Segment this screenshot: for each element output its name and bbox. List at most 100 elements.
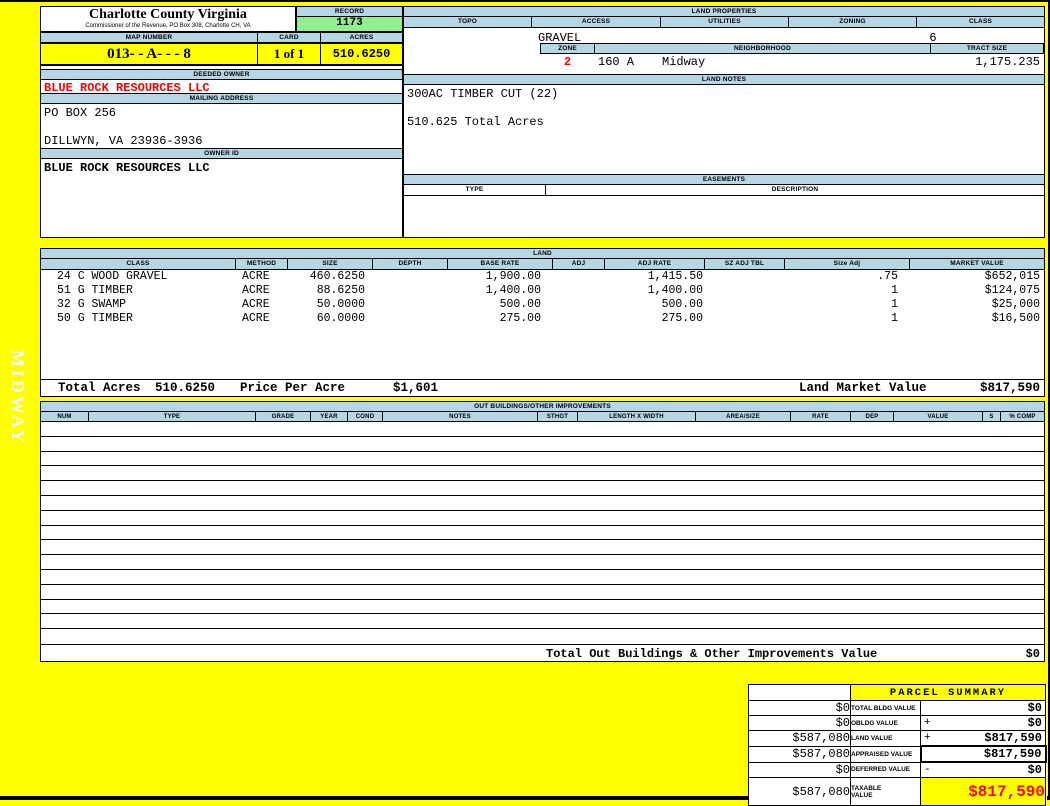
total-acres-label: Total Acres: [58, 381, 141, 395]
out-building-row: [41, 496, 1044, 511]
deferred-value: $0: [1027, 763, 1042, 777]
parcel-summary-title: PARCEL SUMMARY: [850, 684, 1046, 701]
ob-column-grade: GRADE: [256, 412, 311, 422]
out-buildings-total-row: Total Out Buildings & Other Improvements…: [41, 644, 1044, 661]
land-cell-size_adj: 1: [891, 312, 898, 325]
column-utilities: UTILITIES: [661, 17, 789, 28]
land-properties-title: LAND PROPERTIES: [404, 7, 1044, 17]
land-column-base-rate: BASE RATE: [448, 259, 553, 270]
land-cell-method: ACRE: [242, 284, 270, 297]
deferred-label: DEFERRED VALUE: [850, 761, 921, 778]
neighborhood-label: NEIGHBORHOOD: [594, 43, 931, 54]
land-cell-size: 460.6250: [309, 270, 365, 283]
mailing-address-line1: PO BOX 256: [44, 106, 117, 120]
land-cell-base_rate: 500.00: [499, 298, 541, 311]
out-building-row: [41, 614, 1044, 630]
land-column-market-value: MARKET VALUE: [910, 259, 1044, 270]
land-cell-adj_rate: 1,400.00: [647, 284, 703, 297]
land-properties-panel: LAND PROPERTIES TOPO ACCESS UTILITIES ZO…: [403, 6, 1045, 238]
land-cell-depth: [373, 298, 448, 312]
land-market-value-label: Land Market Value: [799, 381, 927, 395]
land-cell-size_adj: 1: [891, 284, 898, 297]
out-buildings-total-value: $0: [1025, 647, 1040, 661]
ob-column-year: YEAR: [311, 412, 348, 422]
land-cell-class: 32 G SWAMP: [57, 298, 127, 311]
obldg-label: OBLDG VALUE: [850, 715, 921, 731]
out-buildings-total-label: Total Out Buildings & Other Improvements…: [546, 647, 878, 661]
land-cell-adj: [553, 284, 605, 298]
land-market-value-total: $817,590: [979, 381, 1040, 395]
land-notes-title: LAND NOTES: [404, 74, 1044, 85]
land-cell-sz_adj_tbl: [705, 270, 785, 284]
mailing-address-line2: DILLWYN, VA 23936-3936: [44, 134, 203, 148]
land-cell-market_value: $16,500: [991, 312, 1040, 325]
neighborhood-name: Midway: [662, 55, 706, 69]
land-column-class: CLASS: [41, 259, 236, 270]
acres-label: ACRES: [320, 32, 403, 43]
land-column-sz-adj-tbl: SZ ADJ TBL: [705, 259, 785, 270]
zone-value: 2: [563, 55, 572, 69]
land-value-left: $587,080: [748, 730, 851, 747]
ob-column-type: TYPE: [89, 412, 256, 422]
taxable-value: $817,590: [920, 777, 1046, 806]
land-cell-class: 50 G TIMBER: [57, 312, 133, 325]
land-cell-base_rate: 1,400.00: [485, 284, 541, 297]
ob-column-cond: COND: [348, 412, 383, 422]
summary-row-appraised: $587,080 APPRAISED VALUE $817,590: [748, 745, 1047, 763]
column-zoning: ZONING: [789, 17, 917, 28]
ob-column-notes: NOTES: [383, 412, 538, 422]
land-cell-adj_rate: 1,415.50: [647, 270, 703, 283]
obldg-op: +: [924, 717, 931, 729]
land-cell-market_value: $25,000: [991, 298, 1040, 311]
land-cell-size_adj: 1: [891, 298, 898, 311]
land-column-depth: DEPTH: [373, 259, 448, 270]
land-cell-sz_adj_tbl: [705, 312, 785, 326]
out-building-row: [41, 422, 1044, 437]
obldg-value: $0: [1027, 716, 1042, 730]
land-cell-base_rate: 1,900.00: [485, 270, 541, 283]
total-bldg-left-value: $0: [748, 700, 851, 716]
land-cell-method: ACRE: [242, 298, 270, 311]
column-access: ACCESS: [532, 17, 661, 28]
taxable-label: TAXABLE VALUE: [850, 777, 921, 806]
zone-label: ZONE: [540, 43, 595, 54]
land-value-label: LAND VALUE: [850, 730, 921, 747]
out-buildings-empty-rows: [41, 422, 1044, 644]
land-note-line1: 300AC TIMBER CUT (22): [407, 87, 559, 101]
deeded-owner-label: DEEDED OWNER: [41, 69, 402, 80]
out-building-row: [41, 629, 1044, 644]
price-per-acre-label: Price Per Acre: [240, 381, 346, 395]
out-building-row: [41, 570, 1044, 585]
owner-id-value: BLUE ROCK RESOURCES LLC: [44, 161, 210, 175]
easement-description-label: DESCRIPTION: [546, 185, 1044, 196]
parcel-summary-spacer: [748, 684, 851, 701]
county-title: Charlotte County Virginia: [89, 7, 247, 22]
ob-column-pct-comp: % COMP: [1001, 412, 1044, 422]
land-column-method: METHOD: [236, 259, 288, 270]
summary-header-row: PARCEL SUMMARY: [748, 684, 1046, 701]
summary-row-total-bldg: $0 TOTAL BLDG VALUE $0: [748, 700, 1046, 716]
land-cell-depth: [373, 284, 448, 298]
out-building-row: [41, 540, 1044, 556]
land-cell-market_value: $124,075: [984, 284, 1040, 297]
out-building-row: [41, 481, 1044, 496]
price-per-acre-value: $1,601: [393, 381, 439, 395]
owner-panel: DEEDED OWNER BLUE ROCK RESOURCES LLC MAI…: [40, 65, 403, 238]
total-bldg-label: TOTAL BLDG VALUE: [850, 700, 921, 716]
obldg-value-cell: + $0: [920, 715, 1046, 731]
ob-column-length-width: LENGTH X WIDTH: [578, 412, 696, 422]
total-bldg-value-cell: $0: [920, 700, 1046, 716]
land-cell-size: 88.6250: [316, 284, 365, 297]
parcel-summary-table: PARCEL SUMMARY $0 TOTAL BLDG VALUE $0 $0…: [748, 684, 1047, 806]
land-cell-size: 50.0000: [316, 298, 365, 311]
out-building-row: [41, 511, 1044, 526]
land-cell-depth: [373, 270, 448, 284]
neighborhood-code: 160 A: [598, 55, 635, 69]
taxable-left-value: $587,080: [748, 777, 851, 806]
out-buildings-title: OUT BUILDINGS/OTHER IMPROVEMENTS: [41, 402, 1044, 412]
land-cell-adj: [553, 270, 605, 284]
land-totals-row: Total Acres 510.6250 Price Per Acre $1,6…: [41, 379, 1044, 395]
out-building-row: [41, 437, 1044, 452]
appraised-label: APPRAISED VALUE: [850, 745, 921, 763]
land-cell-class: 24 C WOOD GRAVEL: [57, 270, 168, 283]
